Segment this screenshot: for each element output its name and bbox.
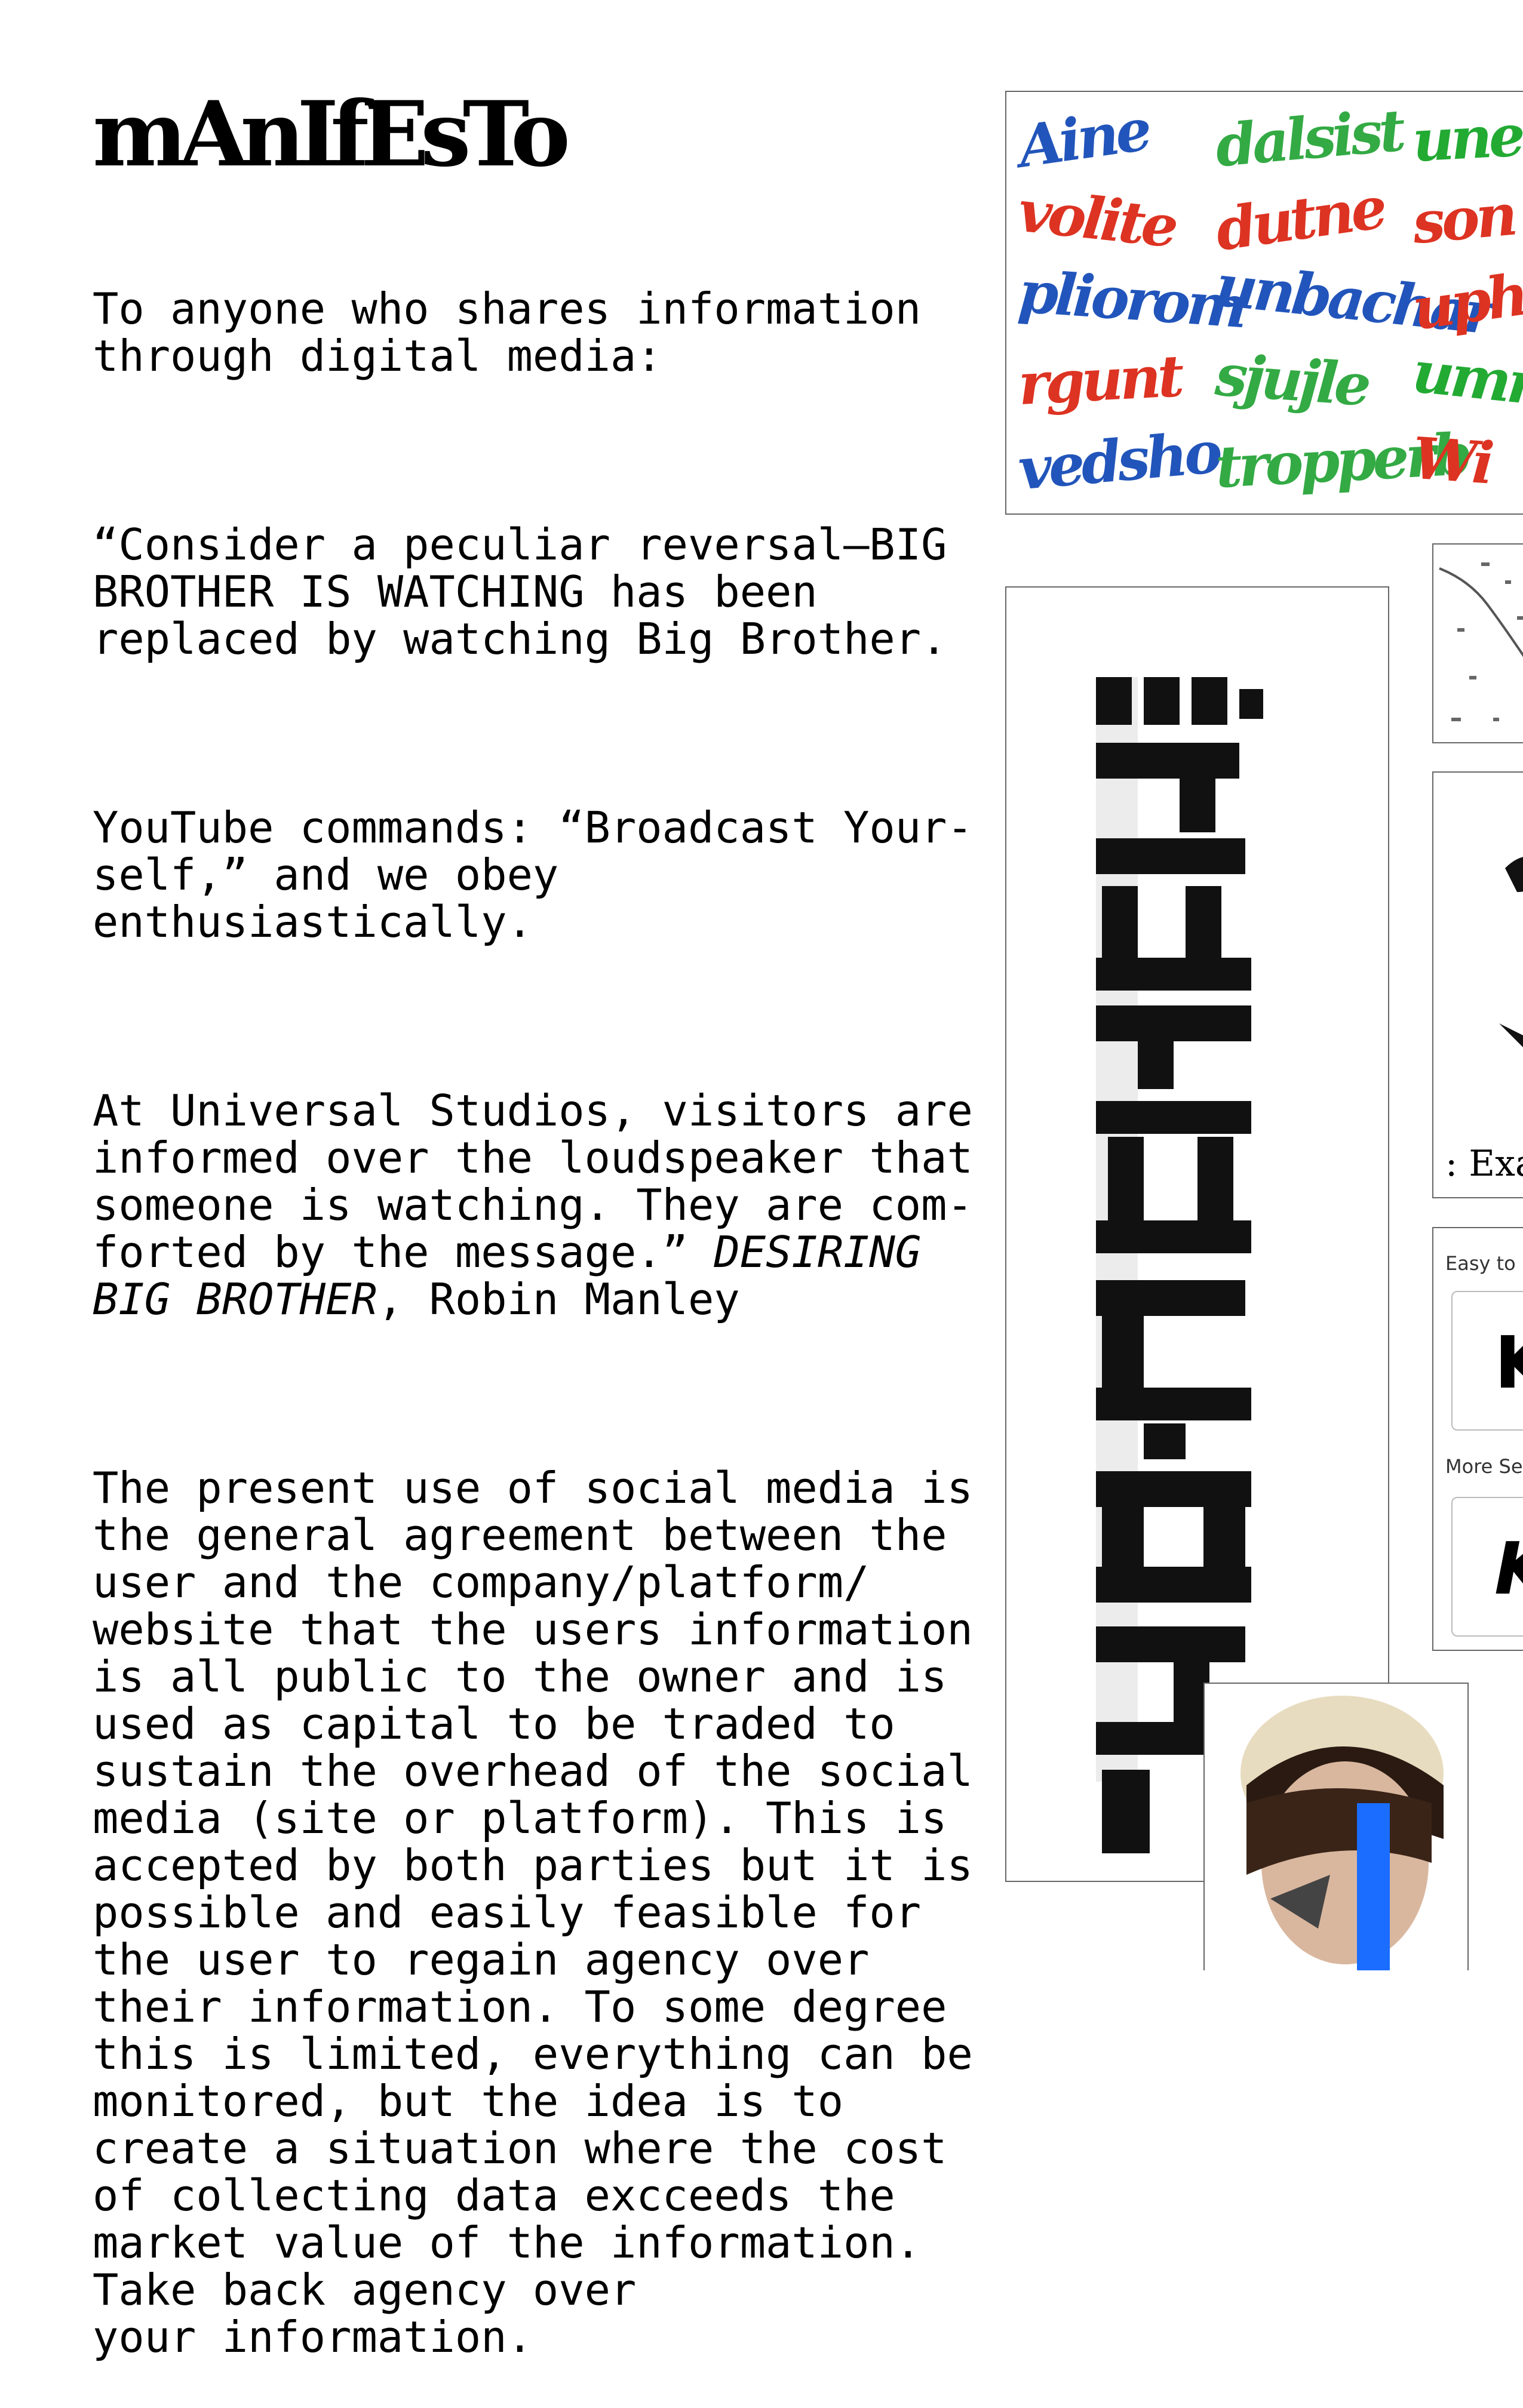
captcha-word: vedsho xyxy=(1015,418,1222,503)
captcha-word: pliorom xyxy=(1016,257,1246,342)
quote-paragraph-2: YouTube commands: “Broadcast Your- self,… xyxy=(93,802,973,947)
quote-paragraph-1: “Consider a peculiar reversal—BIG BROTHE… xyxy=(93,519,947,664)
captcha-word: dalsist xyxy=(1212,96,1405,180)
secure-captcha-glyph: KS xyxy=(1494,1528,1523,1611)
captcha-word: volite xyxy=(1015,177,1178,261)
captcha-word: son xyxy=(1410,180,1517,257)
page-title: mAnIfEsTo xyxy=(93,82,570,187)
portrait-image xyxy=(1203,1683,1469,1970)
captcha-word: umne xyxy=(1409,337,1523,423)
captcha-glyph-icon xyxy=(1499,857,1523,1047)
easy-label: Easy to U xyxy=(1445,1252,1523,1275)
portrait-photo-icon xyxy=(1240,1696,1444,1970)
captcha-word: dutne xyxy=(1211,173,1388,265)
captcha-word: rgunt xyxy=(1017,342,1183,419)
captcha-word: sjujle xyxy=(1213,341,1370,419)
map-icon xyxy=(1439,562,1523,721)
map-image xyxy=(1432,543,1523,743)
secure-label: More Sec xyxy=(1445,1455,1523,1478)
intro-paragraph: To anyone who shares information through… xyxy=(93,284,922,381)
easy-captcha-box: K xyxy=(1451,1291,1523,1431)
captcha-word: Aine xyxy=(1014,96,1153,181)
body-paragraph: The present use of social media is the g… xyxy=(93,1463,973,2362)
manifesto-text: To anyone who shares information through… xyxy=(93,191,1006,2408)
security-comparison-image: Easy to U K More Sec KS xyxy=(1432,1227,1523,1651)
captcha-word: Wi xyxy=(1410,424,1493,497)
example-captcha-image: : Exan xyxy=(1432,771,1523,1198)
quote-paragraph-3: At Universal Studios, visitors are infor… xyxy=(93,1087,1006,1323)
easy-captcha-glyph: K xyxy=(1494,1322,1523,1405)
quote-author: , Robin Manley xyxy=(377,1274,740,1324)
captcha-grid-image: Aine dalsist une volite dutne son pliorom unbac… xyxy=(1005,91,1523,515)
secure-captcha-box: KS xyxy=(1451,1497,1523,1637)
captcha-word: une xyxy=(1411,102,1523,175)
example-caption: : Exan xyxy=(1445,1143,1523,1185)
